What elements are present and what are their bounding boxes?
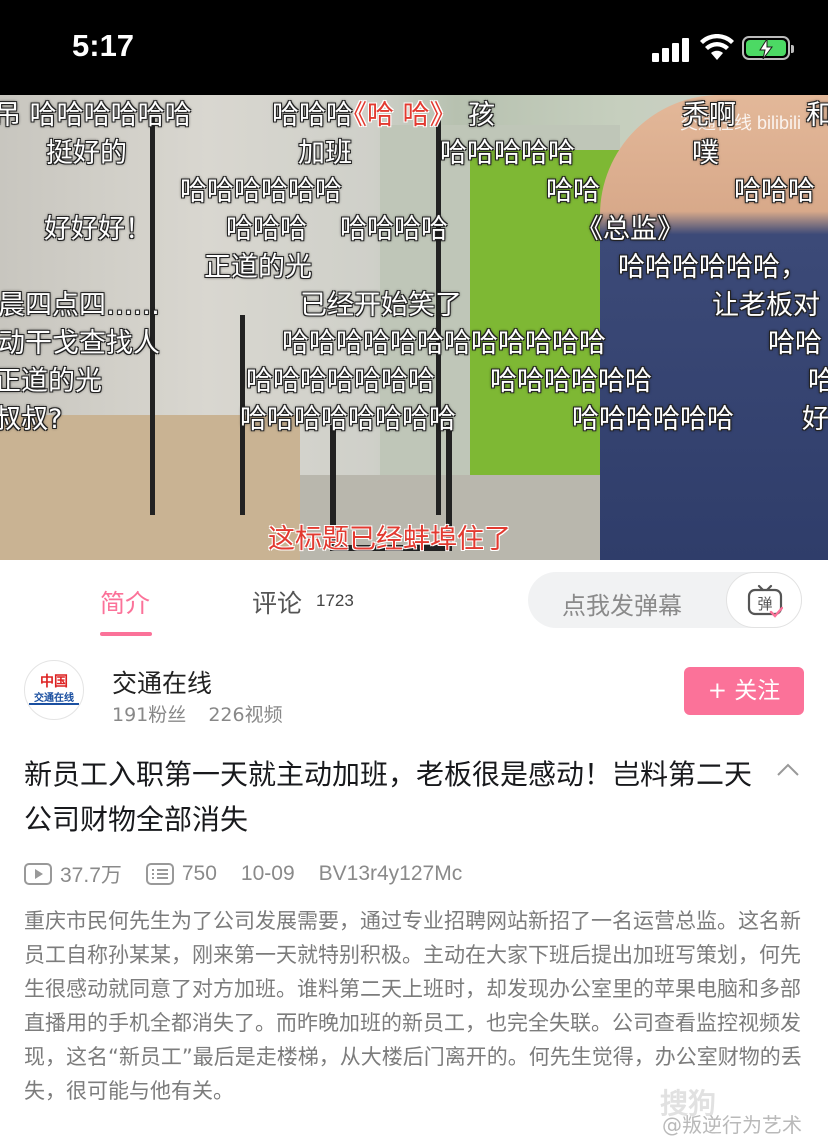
danmaku-comment: 哈哈哈哈 [340,214,448,245]
danmaku-comment: 秃啊 [682,100,736,131]
avatar-logo-line1: 中国 [40,674,68,690]
danmaku-comment: 挺好的 [46,138,127,169]
view-count: 37.7万 [60,864,122,887]
danmaku-comment: 《总监》 [576,214,684,245]
danmaku-comment: 好好好！ [44,214,152,245]
fans-count: 191粉丝 [112,704,187,726]
danmaku-comment: 正道的光 [0,366,102,397]
uploader-card: 中国 交通在线 交通在线 191粉丝 226视频 + 关注 [0,638,828,738]
danmaku-comment: 噗 [692,138,719,169]
danmaku-comment: 吊 哈哈哈哈哈哈 [0,100,192,131]
play-count-icon [24,863,52,885]
danmaku-comment: 哈哈 [768,328,822,359]
danmaku-comment: 动干戈查找人 [0,328,160,359]
avatar[interactable]: 中国 交通在线 [24,660,84,720]
danmaku-comment: 这标题已经蚌埠住了 [268,524,511,555]
danmaku-comment: 哈哈哈 [226,214,307,245]
danmaku-comment: 哈哈哈哈哈哈 [490,366,652,397]
svg-text:弹: 弹 [757,595,772,613]
video-meta: 37.7万 750 10-09 BV13r4y127Mc [24,858,486,890]
video-title: 新员工入职第一天就主动加班，老板很是感动！岂料第二天公司财物全部消失 [24,758,753,836]
danmaku-comment: 哈哈哈哈哈哈 [180,176,342,207]
wifi-icon [700,34,734,60]
tab-active-indicator [100,632,152,636]
danmaku-toggle-button[interactable]: 弹 [726,572,802,628]
tab-comments[interactable]: 评论 [252,584,302,620]
danmaku-comment: 哈哈哈哈哈哈 [572,404,734,435]
danmaku-input[interactable]: 点我发弹幕 弹 [528,572,802,628]
comment-count: 1723 [316,591,354,610]
danmaku-count: 750 [181,862,217,885]
tab-intro[interactable]: 简介 [100,584,150,620]
video-description: 重庆市民何先生为了公司发展需要，通过专业招聘网站新招了一名运营总监。这名新员工自… [24,909,802,1103]
danmaku-icon: 弹 [747,584,783,618]
uploader-name[interactable]: 交通在线 [112,664,212,700]
danmaku-comment: 已经开始笑了 [300,290,462,321]
danmaku-comment: 哈哈哈哈哈哈哈 [246,366,435,397]
danmaku-comment: 加班 [298,138,352,169]
clock: 5:17 [72,28,135,63]
danmaku-placeholder: 点我发弹幕 [562,592,682,620]
danmaku-comment: 哈哈 [546,176,600,207]
danmaku-comment: 正道的光 [204,252,312,283]
danmaku-comment: 让老板对 [712,290,820,321]
tab-bar: 简介 评论 1723 点我发弹幕 弹 [0,560,828,639]
chevron-up-icon[interactable] [776,763,800,777]
danmaku-comment: 哈哈哈哈哈 [440,138,575,169]
weibo-watermark: @叛逆行为艺术 [662,1113,802,1137]
danmaku-comment: 哈哈哈哈哈哈哈哈 [240,404,456,435]
danmaku-count-icon [145,863,174,885]
danmaku-comment: 和 [806,100,828,131]
status-bar: 5:17 [0,0,828,95]
battery-icon [742,36,794,60]
video-player[interactable]: 交通在线 bilibili 吊 哈哈哈哈哈哈 哈哈哈 《哈 哈》孩秃啊和挺好的 加班哈… [0,95,828,560]
danmaku-comment: 晨四点四…… [0,290,160,321]
publish-date: 10-09 [240,862,295,885]
follow-button[interactable]: + 关注 [684,667,804,715]
bvid: BV13r4y127Mc [318,862,463,885]
danmaku-comment: 哈哈哈哈哈哈哈哈哈哈哈哈 [282,328,606,359]
danmaku-comment: 孩 [468,100,495,131]
danmaku-comment: 叔叔? [0,404,63,435]
video-count: 226视频 [208,704,283,726]
danmaku-comment: 好 [802,404,828,435]
danmaku-comment: 哈哈哈哈哈哈， [618,252,807,283]
signal-icon [652,38,692,62]
avatar-logo-line2: 交通在线 [34,693,74,704]
danmaku-comment: 哈 [808,366,828,397]
danmaku-comment: 哈哈哈 [734,176,815,207]
uploader-stats: 191粉丝 226视频 [112,700,299,727]
danmaku-comment: 《哈 哈》 [340,100,457,131]
